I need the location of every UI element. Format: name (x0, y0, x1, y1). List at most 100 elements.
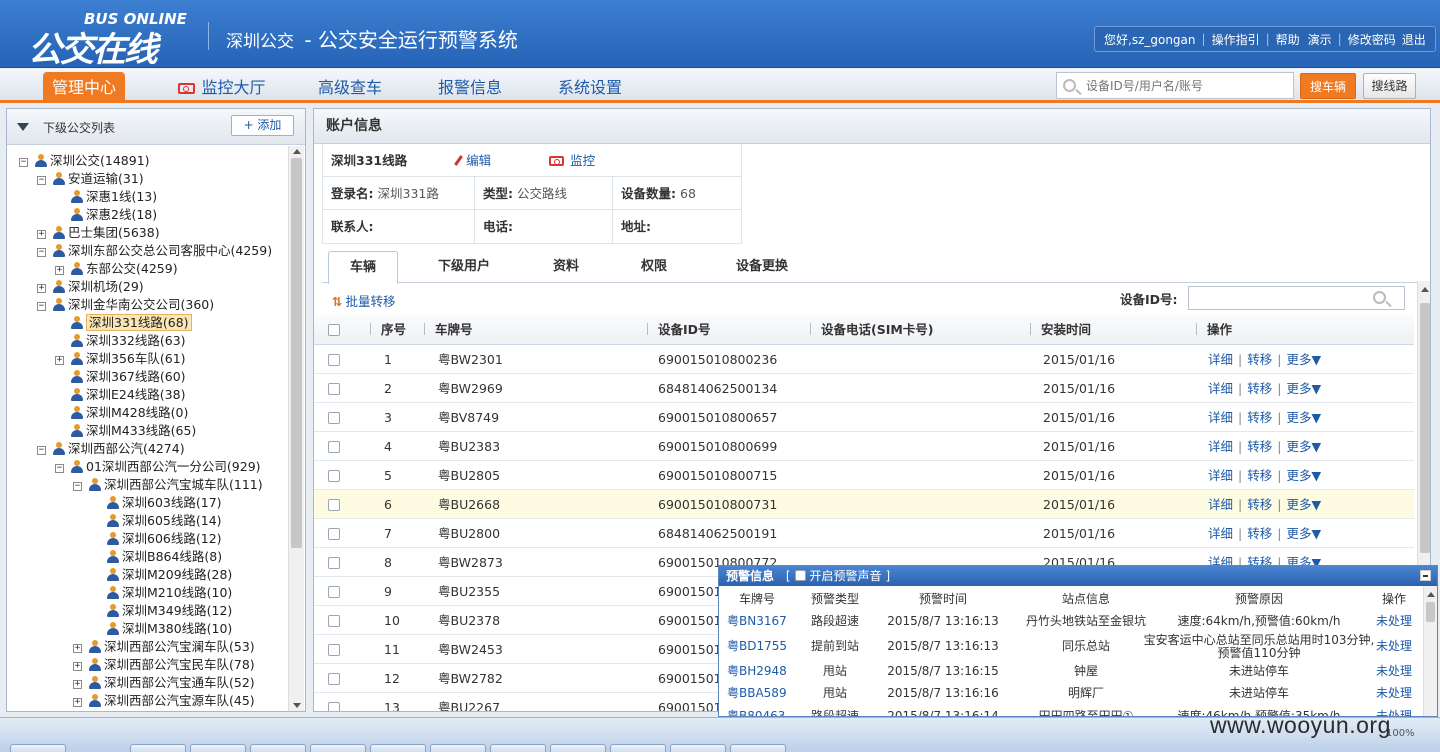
table-row[interactable]: 7 粤BU2800 684814062500191 2015/01/16 详细 | 转移 | 更… (314, 519, 1414, 548)
more-dropdown[interactable]: 更多▼ (1286, 439, 1321, 454)
more-dropdown[interactable]: 更多▼ (1286, 526, 1321, 541)
alarm-cell-op[interactable]: 未处理 (1359, 634, 1429, 658)
detail-link[interactable]: 详细 (1208, 497, 1233, 512)
nav-advanced-search[interactable]: 高级查车 (310, 72, 390, 103)
tree-node[interactable]: + 深圳西部公汽宝民车队(78) (73, 656, 255, 674)
taskbar-item[interactable] (370, 744, 426, 752)
tree-node[interactable]: 深圳M433线路(65) (55, 422, 196, 440)
tab-permissions[interactable]: 权限 (624, 251, 684, 283)
tab-device-replace[interactable]: 设备更换 (720, 251, 804, 283)
row-checkbox[interactable] (328, 354, 340, 366)
expand-icon[interactable]: + (73, 680, 82, 689)
row-checkbox[interactable] (328, 557, 340, 569)
tree-node[interactable]: 深惠2线(18) (55, 206, 157, 224)
alarm-cell-plate[interactable]: 粤B80463 (719, 705, 795, 716)
transfer-link[interactable]: 转移 (1247, 381, 1272, 396)
collapse-icon[interactable]: − (19, 158, 28, 167)
nav-monitor-hall[interactable]: 监控大厅 (172, 72, 272, 103)
expand-icon[interactable]: + (73, 698, 82, 707)
transfer-link[interactable]: 转移 (1247, 439, 1272, 454)
alarm-cell-plate[interactable]: 粤BBA589 (719, 682, 795, 704)
col-device-id[interactable]: 设备ID号 (658, 322, 711, 337)
tree-node[interactable]: + 深圳356车队(61) (55, 350, 186, 368)
transfer-link[interactable]: 转移 (1247, 526, 1272, 541)
expand-icon[interactable]: + (37, 230, 46, 239)
taskbar-item[interactable] (130, 744, 186, 752)
detail-link[interactable]: 详细 (1208, 468, 1233, 483)
add-button[interactable]: + 添加 (231, 115, 294, 136)
row-checkbox[interactable] (328, 412, 340, 424)
alarm-cell-plate[interactable]: 粤BN3167 (719, 610, 795, 632)
alarm-row[interactable]: 粤BBA589 甩站 2015/8/7 13:16:16 明辉厂 未进站停车 未处理 (719, 682, 1424, 704)
search-route-button[interactable]: 搜线路 (1363, 73, 1416, 99)
tree-node[interactable]: − 01深圳西部公汽一分公司(929) (55, 458, 261, 476)
search-icon[interactable] (1373, 291, 1386, 304)
edit-link[interactable]: 编辑 (454, 153, 491, 168)
tree-node[interactable]: 深圳B864线路(8) (91, 548, 222, 566)
tree-node[interactable]: − 深圳金华南公交公司(360) (37, 296, 214, 314)
minimize-icon[interactable] (1420, 570, 1431, 581)
table-row[interactable]: 5 粤BU2805 690015010800715 2015/01/16 详细 | 转移 | 更… (314, 461, 1414, 490)
tree-node[interactable]: 深圳367线路(60) (55, 368, 186, 386)
tab-sub-users[interactable]: 下级用户 (422, 251, 506, 283)
detail-link[interactable]: 详细 (1208, 526, 1233, 541)
alarm-cell-op[interactable]: 未处理 (1359, 660, 1429, 682)
taskbar-item[interactable] (550, 744, 606, 752)
row-checkbox[interactable] (328, 383, 340, 395)
table-row[interactable]: 4 粤BU2383 690015010800699 2015/01/16 详细 | 转移 | 更… (314, 432, 1414, 461)
alarm-row[interactable]: 粤BD1755 提前到站 2015/8/7 13:16:13 同乐总站 宝安客运中心总站… (719, 634, 1424, 660)
collapse-icon[interactable]: − (37, 302, 46, 311)
more-dropdown[interactable]: 更多▼ (1286, 497, 1321, 512)
col-sim[interactable]: 设备电话(SIM卡号) (821, 322, 934, 337)
tab-profile[interactable]: 资料 (536, 251, 596, 283)
alarm-cell-plate[interactable]: 粤BH2948 (719, 660, 795, 682)
detail-link[interactable]: 详细 (1208, 352, 1233, 367)
logout-link[interactable]: 退出 (1402, 31, 1426, 48)
taskbar-item[interactable] (310, 744, 366, 752)
taskbar-item[interactable] (190, 744, 246, 752)
vehicle-search-input[interactable] (1086, 78, 1276, 93)
change-password-link[interactable]: 修改密码 (1348, 31, 1396, 48)
tree-node[interactable]: 深惠1线(13) (55, 188, 157, 206)
alarm-sound-label[interactable]: 开启预警声音 (810, 569, 882, 583)
row-checkbox[interactable] (328, 441, 340, 453)
col-install-time[interactable]: 安装时间 (1041, 322, 1091, 337)
collapse-icon[interactable]: − (37, 248, 46, 257)
transfer-link[interactable]: 转移 (1247, 410, 1272, 425)
table-row[interactable]: 2 粤BW2969 684814062500134 2015/01/16 详细 | 转移 | 更… (314, 374, 1414, 403)
collapse-icon[interactable]: − (37, 446, 46, 455)
select-all-checkbox[interactable] (328, 324, 340, 336)
expand-icon[interactable]: + (73, 662, 82, 671)
alarm-scrollbar[interactable] (1423, 586, 1437, 716)
tree-node[interactable]: + 东部公交(4259) (55, 260, 178, 278)
row-checkbox[interactable] (328, 470, 340, 482)
tree-node[interactable]: + 巴士集团(5638) (37, 224, 160, 242)
device-id-input[interactable] (1188, 286, 1405, 310)
monitor-link[interactable]: 监控 (549, 153, 595, 168)
row-checkbox[interactable] (328, 644, 340, 656)
tree-node[interactable]: − 深圳东部公交总公司客服中心(4259) (37, 242, 272, 260)
more-dropdown[interactable]: 更多▼ (1286, 381, 1321, 396)
row-checkbox[interactable] (328, 615, 340, 627)
detail-link[interactable]: 详细 (1208, 410, 1233, 425)
tree-node[interactable]: 深圳603线路(17) (91, 494, 222, 512)
tree-node[interactable]: 深圳E24线路(38) (55, 386, 185, 404)
tree-node[interactable]: 深圳M209线路(28) (91, 566, 232, 584)
demo-link[interactable]: 演示 (1308, 31, 1332, 48)
alarm-cell-plate[interactable]: 粤BD1755 (719, 634, 795, 658)
alarm-cell-op[interactable]: 未处理 (1359, 682, 1429, 704)
transfer-link[interactable]: 转移 (1247, 497, 1272, 512)
alarm-row[interactable]: 粤BN3167 路段超速 2015/8/7 13:16:13 丹竹头地铁站至金银坑 速度… (719, 610, 1424, 632)
tree-node[interactable]: + 深圳机场(29) (37, 278, 144, 296)
collapse-triangle-icon[interactable] (17, 123, 29, 131)
taskbar-item[interactable] (10, 744, 66, 752)
batch-transfer-link[interactable]: ⇅ 批量转移 (332, 291, 396, 310)
row-checkbox[interactable] (328, 673, 340, 685)
row-checkbox[interactable] (328, 499, 340, 511)
table-row[interactable]: 1 粤BW2301 690015010800236 2015/01/16 详细 | 转移 | 更… (314, 345, 1414, 374)
row-checkbox[interactable] (328, 586, 340, 598)
tree-node[interactable]: − 深圳西部公汽宝城车队(111) (73, 476, 263, 494)
tree-node[interactable]: 深圳332线路(63) (55, 332, 186, 350)
collapse-icon[interactable]: − (73, 482, 82, 491)
expand-icon[interactable]: + (73, 644, 82, 653)
